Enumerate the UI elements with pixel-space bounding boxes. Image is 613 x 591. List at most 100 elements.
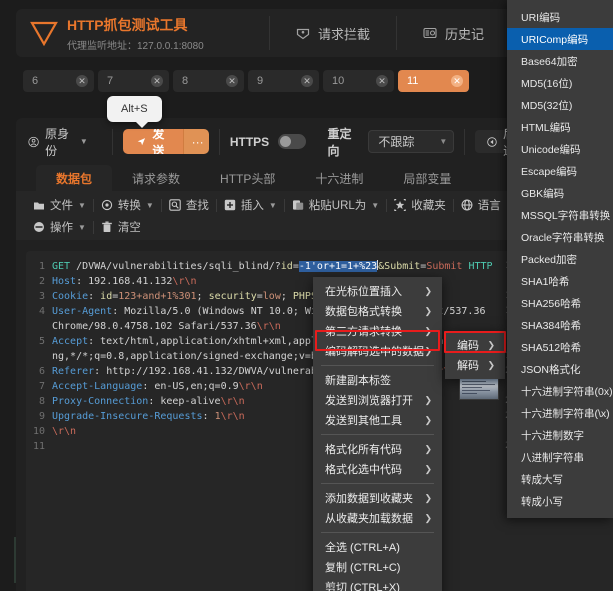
context-menu-item-9[interactable]: 添加数据到收藏夹 ❯ (313, 488, 442, 508)
code-token: GET (52, 261, 71, 272)
submenu-item-1[interactable]: 解码 ❯ (445, 355, 505, 375)
encode-option-3[interactable]: MD5(16位) (507, 72, 613, 94)
session-tab-label: 6 (32, 75, 39, 87)
toolbar-button-转换[interactable]: 转换 ▼ (94, 197, 161, 213)
editor-context-menu[interactable]: 在光标位置插入 ❯ 数据包格式转换 ❯ 第三方请求转换 ❯ 编码解码选中的数据 ❯ 新建副本标签… (313, 277, 442, 591)
code-token: \r\n (172, 276, 197, 287)
content-tab-2[interactable]: HTTP头部 (200, 165, 295, 191)
header-item-history[interactable]: 历史记 (397, 9, 510, 57)
submenu-item-0[interactable]: 编码 ❯ (445, 335, 505, 355)
context-menu-item-4[interactable]: 新建副本标签 (313, 370, 442, 390)
code-token: security (208, 291, 257, 302)
session-tab[interactable]: 7 ✕ (98, 70, 169, 92)
encode-option-19[interactable]: 十六进制数字 (507, 424, 613, 446)
session-tab[interactable]: 8 ✕ (173, 70, 244, 92)
send-button-group: 发送 ··· (122, 129, 209, 154)
context-menu-item-11[interactable]: 全选 (CTRL+A) (313, 537, 442, 557)
encode-option-6[interactable]: Unicode编码 (507, 138, 613, 160)
encode-option-13[interactable]: SHA256哈希 (507, 292, 613, 314)
encode-option-1[interactable]: URIComp编码 (507, 28, 613, 50)
content-tab-1[interactable]: 请求参数 (112, 165, 200, 191)
redirect-select[interactable]: 不跟踪 ▼ (368, 130, 455, 153)
context-menu-item-5[interactable]: 发送到浏览器打开 ❯ (313, 390, 442, 410)
line-number: 4 (38, 306, 45, 317)
logo-triangle-icon (30, 21, 58, 46)
session-tab-label: 8 (182, 75, 189, 87)
encode-method-dropdown[interactable]: URI编码 URIComp编码 Base64加密 MD5(16位) MD5(32位) HT… (507, 0, 613, 518)
close-icon[interactable]: ✕ (301, 75, 313, 87)
encode-option-14[interactable]: SHA384哈希 (507, 314, 613, 336)
encode-option-22[interactable]: 转成小写 (507, 490, 613, 512)
redirect-select-value: 不跟踪 (378, 135, 415, 149)
toolbar-button-查找[interactable]: 查找 (162, 197, 216, 213)
close-icon[interactable]: ✕ (451, 75, 463, 87)
session-tab[interactable]: 10 ✕ (323, 70, 394, 92)
file-icon (34, 202, 44, 210)
toolbar-button-粘贴URL为[interactable]: 粘贴URL为 ▼ (285, 197, 386, 213)
toolbar-button-收藏夹[interactable]: 收藏夹 (387, 197, 453, 213)
context-menu-item-label: 数据包格式转换 (325, 306, 402, 318)
context-menu-item-6[interactable]: 发送到其他工具 ❯ (313, 410, 442, 430)
encode-option-8[interactable]: GBK编码 (507, 182, 613, 204)
encode-option-5[interactable]: HTML编码 (507, 116, 613, 138)
close-icon[interactable]: ✕ (376, 75, 388, 87)
context-menu-item-12[interactable]: 复制 (CTRL+C) (313, 557, 442, 577)
encode-option-7[interactable]: Escape编码 (507, 160, 613, 182)
encode-option-21[interactable]: 转成大写 (507, 468, 613, 490)
code-token: Accept (52, 336, 89, 347)
close-icon[interactable]: ✕ (76, 75, 88, 87)
https-toggle[interactable] (278, 134, 306, 149)
context-menu-item-label: 第三方请求转换 (325, 326, 402, 338)
context-menu-item-2[interactable]: 第三方请求转换 ❯ (313, 321, 442, 341)
identity-selector[interactable]: 原身份 ▼ (28, 125, 102, 159)
encode-option-15[interactable]: SHA512哈希 (507, 336, 613, 358)
send-options-button[interactable]: ··· (182, 129, 209, 154)
encode-option-9[interactable]: MSSQL字符串转换 (507, 204, 613, 226)
context-menu-item-3[interactable]: 编码解码选中的数据 ❯ (313, 341, 442, 361)
code-token: = (292, 261, 299, 272)
session-tab[interactable]: 9 ✕ (248, 70, 319, 92)
encode-option-20[interactable]: 八进制字符串 (507, 446, 613, 468)
close-icon[interactable]: ✕ (151, 75, 163, 87)
toolbar-button-操作[interactable]: 操作 ▼ (26, 219, 93, 235)
context-menu-item-7[interactable]: 格式化所有代码 ❯ (313, 439, 442, 459)
context-menu-item-0[interactable]: 在光标位置插入 ❯ (313, 281, 442, 301)
line-number: 3 (38, 291, 45, 302)
context-menu-separator (321, 365, 434, 366)
context-menu-item-13[interactable]: 剪切 (CTRL+X) (313, 577, 442, 591)
context-menu-item-1[interactable]: 数据包格式转换 ❯ (313, 301, 442, 321)
content-tab-0[interactable]: 数据包 (36, 165, 113, 191)
encode-option-10[interactable]: Oracle字符串转换 (507, 226, 613, 248)
action-icon (34, 222, 44, 232)
toolbar-button-文件[interactable]: 文件 ▼ (26, 197, 93, 213)
toolbar-button-插入[interactable]: 插入 ▼ (217, 197, 284, 213)
https-toggle-knob (280, 136, 292, 147)
header-item-intercept-label: 请求拦截 (318, 26, 371, 42)
encode-decode-submenu[interactable]: 编码 ❯ 解码 ❯ (445, 331, 505, 379)
context-menu-item-10[interactable]: 从收藏夹加载数据 ❯ (313, 508, 442, 528)
chevron-right-icon: ❯ (424, 463, 432, 474)
content-tab-4[interactable]: 局部变量 (383, 165, 471, 191)
session-tab[interactable]: 6 ✕ (23, 70, 94, 92)
content-tab-3[interactable]: 十六进制 (295, 165, 383, 191)
send-button[interactable]: 发送 (122, 129, 183, 154)
encode-option-11[interactable]: Packed加密 (507, 248, 613, 270)
encode-option-12[interactable]: SHA1哈希 (507, 270, 613, 292)
header-item-intercept[interactable]: 请求拦截 (270, 9, 396, 57)
encode-option-4[interactable]: MD5(32位) (507, 94, 613, 116)
code-token: : 192.168.41.132 (76, 276, 173, 287)
toolbar-button-清空[interactable]: 清空 (94, 219, 148, 235)
chevron-down-icon: ▼ (79, 137, 88, 146)
encode-option-0[interactable]: URI编码 (507, 6, 613, 28)
close-icon[interactable]: ✕ (226, 75, 238, 87)
session-tab[interactable]: 11 ✕ (398, 70, 469, 92)
https-label: HTTPS (229, 134, 270, 149)
session-tab-label: 11 (407, 75, 419, 87)
chevron-right-icon: ❯ (424, 325, 432, 336)
encode-option-18[interactable]: 十六进制字符串(\x) (507, 402, 613, 424)
encode-option-16[interactable]: JSON格式化 (507, 358, 613, 380)
encode-option-2[interactable]: Base64加密 (507, 50, 613, 72)
context-menu-item-label: 格式化选中代码 (325, 464, 402, 476)
context-menu-item-8[interactable]: 格式化选中代码 ❯ (313, 459, 442, 479)
encode-option-17[interactable]: 十六进制字符串(0x) (507, 380, 613, 402)
